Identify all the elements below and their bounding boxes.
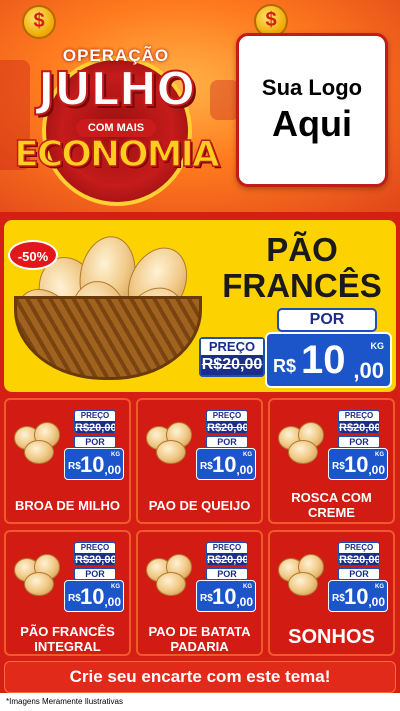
badge-bottom-text: ECONOMIA [14,133,221,176]
price-cents: ,00 [236,595,253,609]
por-label: POR [74,568,116,580]
price-tag: R$ 10 KG ,00 [196,580,256,612]
old-price-box: PREÇO R$20,00 [206,410,248,434]
product-card[interactable]: PREÇO R$20,00 POR R$ 10 KG ,00 BROA DE M… [4,398,131,524]
price-integer: 10 [301,338,346,382]
bread-shape [156,440,186,464]
currency: R$ [200,593,213,604]
preco-label: PREÇO [201,339,263,355]
price-integer: 10 [344,452,369,477]
preco-label: PREÇO [344,411,374,420]
por-label: POR [206,568,248,580]
price-cents: ,00 [353,358,384,383]
unit-label: KG [370,341,385,351]
unit-label: KG [243,584,252,590]
product-card[interactable]: PREÇO R$20,00 POR R$ 10 KG ,00 PÃO FRANC… [4,530,131,656]
product-name: ROSCA COM CREME [291,490,372,520]
product-name: PÃO FRANCÊS INTEGRAL [20,624,115,654]
price-cents: ,00 [368,595,385,609]
currency: R$ [68,461,81,472]
price-cents: ,00 [104,595,121,609]
por-label: POR [338,436,380,448]
old-price-box: PREÇO R$20,00 [74,410,116,434]
discount-badge: -50% [8,240,58,270]
bread-shape [288,572,318,596]
old-price-box: PREÇO R$20,00 [206,542,248,566]
currency: R$ [332,461,345,472]
preco-label: PREÇO [80,411,110,420]
price-integer: 10 [80,584,105,609]
price-cents: ,00 [236,463,253,477]
product-name: PAO DE QUEIJO [148,498,251,513]
unit-label: KG [375,452,384,458]
unit-label: KG [111,452,120,458]
unit-label: KG [243,452,252,458]
por-label: POR [277,308,377,332]
price-tag: R$ 10 KG ,00 [64,580,124,612]
price-integer: 10 [212,584,237,609]
price-tag: R$ 10 KG ,00 [328,448,388,480]
price-tag: R$ 10 KG ,00 [196,448,256,480]
por-label: POR [206,436,248,448]
hero-title-line2: FRANCÊS [222,267,382,304]
bread-shape [288,440,318,464]
logo-line2: Aqui [272,103,352,144]
por-label: POR [338,568,380,580]
product-card[interactable]: PREÇO R$20,00 POR R$ 10 KG ,00 PAO DE BA… [136,530,263,656]
currency: R$ [332,593,345,604]
header-banner: $ $ OPERAÇÃO JULHO COM MAIS ECONOMIA Sua… [0,0,400,212]
currency: R$ [200,461,213,472]
product-card[interactable]: PREÇO R$20,00 POR R$ 10 KG ,00 SONHOS [268,530,395,656]
product-card[interactable]: PREÇO R$20,00 POR R$ 10 KG ,00 ROSCA COM… [268,398,395,524]
price-tag: R$ 10 KG ,00 [328,580,388,612]
price-integer: 10 [344,584,369,609]
price-tag: R$ 10 KG ,00 [64,448,124,480]
price-integer: 10 [80,452,105,477]
old-price: R$20,00 [207,553,248,566]
price-cents: ,00 [368,463,385,477]
basket-shape [14,296,202,380]
bread-shape [24,572,54,596]
product-name: PAO DE BATATA PADARIA [148,624,251,654]
cta-banner[interactable]: Crie seu encarte com este tema! [4,661,396,693]
unit-label: KG [111,584,120,590]
old-price: R$20,00 [75,421,116,434]
old-price-box: PREÇO R$20,00 [338,410,380,434]
logo-placeholder[interactable]: Sua Logo Aqui [236,33,388,187]
preco-label: PREÇO [212,411,242,420]
hero-title-line1: PÃO [266,231,338,268]
badge-main-text: JULHO [37,61,196,117]
flyer-page: $ $ OPERAÇÃO JULHO COM MAIS ECONOMIA Sua… [0,0,400,711]
logo-line1: Sua Logo [261,75,363,100]
por-label: POR [74,436,116,448]
old-price: R$20,00 [339,553,380,566]
old-price-box: PREÇO R$20,00 [338,542,380,566]
bread-shape [156,572,186,596]
bread-shape [24,440,54,464]
product-name: BROA DE MILHO [15,498,120,513]
hero-title: PÃO FRANCÊS [212,232,392,304]
old-price: R$20,00 [75,553,116,566]
currency: R$ [273,356,297,376]
old-price: R$20,00 [207,421,248,434]
campaign-badge: OPERAÇÃO JULHO COM MAIS ECONOMIA [10,18,222,206]
unit-label: KG [375,584,384,590]
footer-note: *Imagens Meramente Ilustrativas [0,693,400,711]
product-card[interactable]: PREÇO R$20,00 POR R$ 10 KG ,00 PAO DE QU… [136,398,263,524]
old-price-box: PREÇO R$20,00 [74,542,116,566]
preco-label: PREÇO [344,543,374,552]
price-integer: 10 [212,452,237,477]
old-price: R$20,00 [339,421,380,434]
currency: R$ [68,593,81,604]
hero-price-tag: R$ 10 KG ,00 [265,332,392,388]
price-cents: ,00 [104,463,121,477]
preco-label: PREÇO [212,543,242,552]
hero-old-price-box: PREÇO R$20,00 [199,337,265,377]
old-price: R$20,00 [201,355,263,375]
preco-label: PREÇO [80,543,110,552]
product-name: SONHOS [288,626,375,648]
